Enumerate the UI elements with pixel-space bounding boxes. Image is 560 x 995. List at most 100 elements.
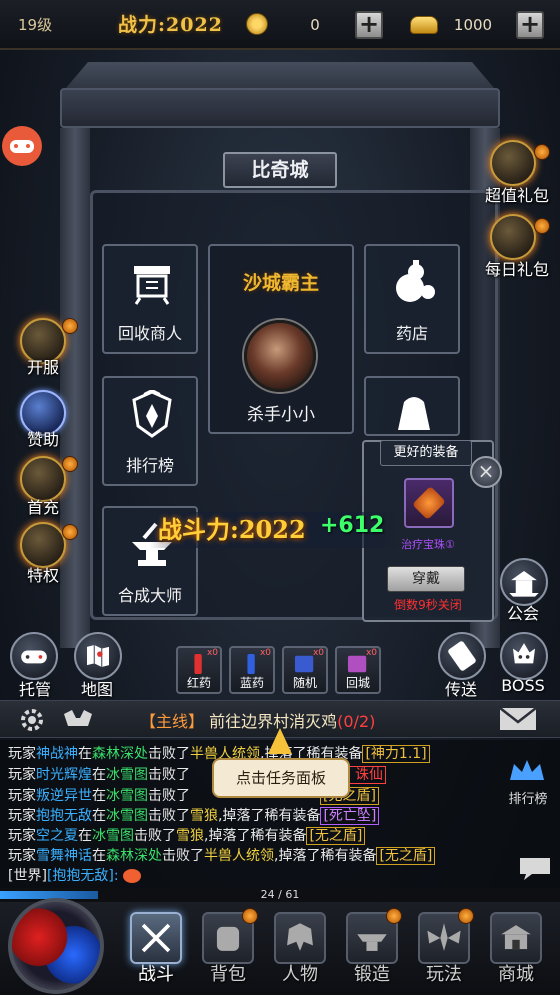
tab-shop[interactable]: 商城	[486, 906, 546, 990]
tab-character[interactable]: 人物	[270, 906, 330, 990]
quick-slot-label: 红药	[186, 676, 211, 690]
quick-slot-blue-potion[interactable]: x0 蓝药	[229, 646, 275, 694]
ranking-tile[interactable]: 排行榜	[102, 376, 198, 486]
player-level: 19级	[18, 16, 53, 34]
add-gold-button[interactable]: +	[516, 11, 544, 39]
controller-icon	[21, 650, 47, 664]
auto-play-button[interactable]	[10, 632, 58, 680]
add-coin-button[interactable]: +	[355, 11, 383, 39]
privilege-label: 特权	[26, 566, 59, 585]
ranking-label: 排行榜	[125, 456, 174, 475]
tab-label: 锻造	[354, 964, 390, 985]
daily-gift-button[interactable]	[490, 214, 536, 260]
experience-text: 24 / 61	[260, 888, 300, 901]
chat-line: 玩家抱抱无敌在冰雪图击败了雪狼,掉落了稀有装备 [死亡坠]	[8, 806, 380, 826]
popup-title: 更好的装备	[380, 440, 472, 466]
quick-slot-red-potion[interactable]: x0 红药	[176, 646, 222, 694]
money-bag-icon	[398, 397, 430, 430]
notification-dot	[386, 908, 402, 924]
first-recharge-label: 首充	[26, 498, 59, 517]
demon-skull-icon	[513, 643, 535, 664]
item-count: x0	[312, 648, 324, 658]
chat-line: 玩家空之夏在冰雪图击败了雪狼,掉落了稀有装备 [无之盾]	[8, 826, 366, 846]
server-open-label: 开服	[26, 358, 59, 377]
task-panel-tooltip[interactable]: 点击任务面板	[212, 758, 350, 798]
item-count: x0	[206, 648, 218, 658]
city-owner-avatar[interactable]	[244, 320, 316, 392]
muscle-icon[interactable]	[60, 704, 96, 734]
quick-slot-return-town[interactable]: x0 回城	[335, 646, 381, 694]
world-chat-line: [世界][抱抱无敌]:	[8, 866, 142, 886]
map-button[interactable]	[74, 632, 122, 680]
tab-label: 人物	[282, 964, 318, 985]
cauldron-icon	[134, 266, 170, 305]
shield-crest-icon	[132, 390, 172, 438]
combat-power: 战力:2022	[118, 14, 223, 36]
pagoda-icon	[509, 571, 539, 597]
shop-pavilion-icon	[490, 912, 542, 964]
map-icon	[87, 645, 109, 667]
notification-dot	[242, 908, 258, 924]
auto-play-label: 托管	[18, 680, 51, 699]
teleport-button[interactable]	[438, 632, 486, 680]
quest-description[interactable]: 【主线】 前往边界村消灭鸡(0/2)	[140, 708, 375, 732]
crossed-swords-icon	[130, 912, 182, 964]
tab-label: 背包	[210, 964, 246, 985]
synth-master-label: 合成大师	[117, 586, 182, 605]
gear-icon[interactable]	[18, 706, 46, 734]
guild-label: 公会	[506, 604, 539, 623]
gold-count: 1000	[453, 16, 493, 34]
city-gate-beam	[60, 88, 500, 128]
recycle-merchant-label: 回收商人	[117, 324, 182, 343]
quick-slot-label: 随机	[292, 676, 317, 690]
tab-battle[interactable]: 战斗	[126, 906, 186, 990]
item-count: x0	[365, 648, 377, 658]
notification-dot	[534, 218, 550, 234]
ranking-side-label: 排行榜	[508, 792, 548, 807]
coin-count: 0	[310, 16, 320, 34]
tab-gameplay[interactable]: 玩法	[414, 906, 474, 990]
quick-slot-label: 回城	[345, 676, 370, 690]
notification-dot	[62, 318, 78, 334]
notification-dot	[458, 908, 474, 924]
chat-bubble-icon[interactable]	[518, 856, 552, 882]
game-screen: 19级 战力:2022 0 + 1000 + 比奇城 回收商人 药店 排行榜 合…	[0, 0, 560, 995]
quick-slot-random[interactable]: x0 随机	[282, 646, 328, 694]
boss-label: BOSS	[501, 676, 545, 695]
chat-line: 玩家雪舞神话在森林深处击败了半兽人统领,掉落了稀有装备 [无之盾]	[8, 846, 436, 866]
tab-label: 商城	[498, 964, 534, 985]
ranking-crown-icon[interactable]	[506, 756, 548, 788]
boss-button[interactable]	[500, 632, 548, 680]
recycle-merchant-tile[interactable]: 回收商人	[102, 244, 198, 354]
tab-bag[interactable]: 背包	[198, 906, 258, 990]
map-label: 地图	[80, 680, 113, 699]
tab-forge[interactable]: 锻造	[342, 906, 402, 990]
quick-slot-label: 蓝药	[239, 676, 264, 690]
tab-label: 战斗	[138, 964, 174, 985]
treasure-bag-tile[interactable]	[364, 376, 460, 436]
pharmacy-tile[interactable]: 药店	[364, 244, 460, 354]
combat-power-increase: +612	[320, 513, 385, 538]
scroll-icon	[448, 641, 476, 671]
city-name-plaque: 比奇城	[223, 152, 337, 188]
notification-dot	[534, 144, 550, 160]
pharmacy-label: 药店	[395, 324, 428, 343]
coin-icon	[246, 13, 268, 35]
quest-tag: 【主线】	[140, 712, 205, 731]
value-gift-label: 超值礼包	[484, 186, 549, 205]
daily-gift-label: 每日礼包	[484, 260, 549, 279]
hp-mp-orb	[8, 898, 104, 994]
guild-button[interactable]	[500, 558, 548, 606]
tab-label: 玩法	[426, 964, 462, 985]
mail-icon[interactable]	[498, 704, 538, 734]
wear-button[interactable]: 穿戴	[387, 566, 465, 592]
teleport-label: 传送	[444, 680, 477, 699]
gamepad-icon[interactable]	[2, 126, 42, 166]
quest-progress: (0/2)	[337, 712, 376, 731]
gold-ingot-icon	[410, 16, 438, 34]
notification-dot	[62, 456, 78, 472]
sponsor-label: 赞助	[26, 430, 59, 449]
value-gift-button[interactable]	[490, 140, 536, 186]
helmet-icon	[274, 912, 326, 964]
close-icon[interactable]: ×	[470, 456, 502, 488]
